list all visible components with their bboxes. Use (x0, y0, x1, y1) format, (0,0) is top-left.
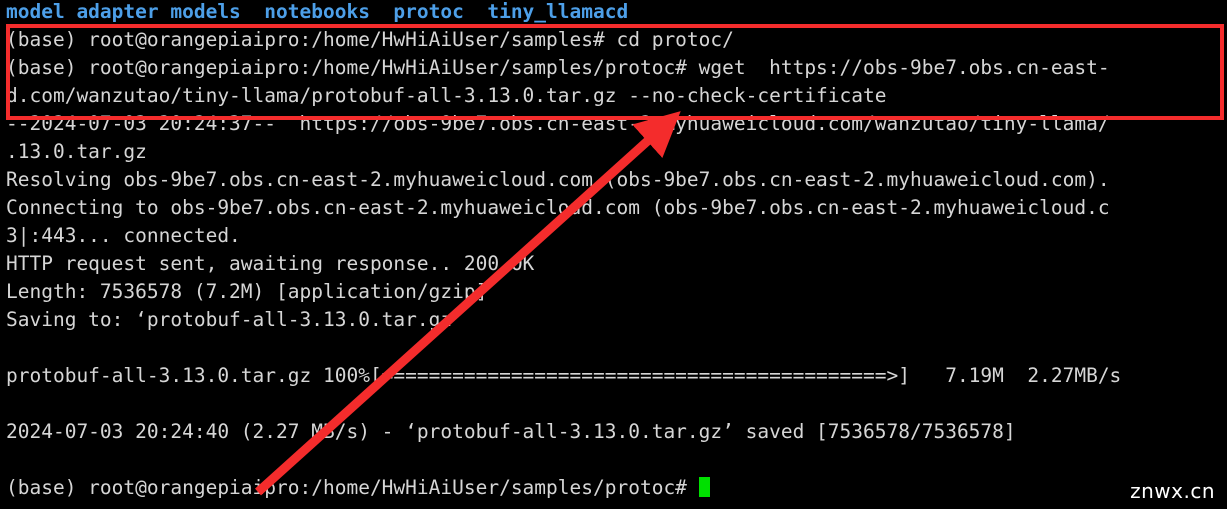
terminal-line-url-wrap: .13.0.tar.gz (6, 140, 147, 163)
terminal-line-http-status: HTTP request sent, awaiting response.. 2… (6, 252, 535, 275)
terminal-line-connected: 3|:443... connected. (6, 224, 241, 247)
terminal-line-final-prompt: (base) root@orangepiaipro:/home/HwHiAiUs… (6, 474, 710, 502)
terminal-line-command-wget: (base) root@orangepiaipro:/home/HwHiAiUs… (6, 56, 1110, 79)
terminal-line-command-cd: (base) root@orangepiaipro:/home/HwHiAiUs… (6, 28, 734, 51)
terminal-cursor (698, 477, 710, 497)
terminal-line-saved-summary: 2024-07-03 20:24:40 (2.27 MB/s) - ‘proto… (6, 420, 1016, 443)
prompt-text: (base) root@orangepiaipro:/home/HwHiAiUs… (6, 476, 699, 499)
terminal-output-area[interactable]: model adapter models notebooks protoc ti… (0, 0, 1227, 509)
terminal-line-timestamp-start: --2024-07-03 20:24:37-- https://obs-9be7… (6, 112, 1110, 135)
terminal-line-command-wget-wrap: d.com/wanzutao/tiny-llama/protobuf-all-3… (6, 84, 887, 107)
terminal-line-saving-to: Saving to: ‘protobuf-all-3.13.0.tar.gz’ (6, 308, 464, 331)
terminal-line-ls-output: model adapter models notebooks protoc ti… (6, 0, 629, 23)
terminal-line-progress-bar: protobuf-all-3.13.0.tar.gz 100%[========… (6, 364, 1122, 387)
terminal-line-resolving: Resolving obs-9be7.obs.cn-east-2.myhuawe… (6, 168, 1110, 191)
terminal-line-connecting: Connecting to obs-9be7.obs.cn-east-2.myh… (6, 196, 1110, 219)
terminal-screenshot: model adapter models notebooks protoc ti… (0, 0, 1227, 509)
terminal-line-length: Length: 7536578 (7.2M) [application/gzip… (6, 280, 488, 303)
watermark-text: znwx.cn (1130, 479, 1215, 503)
